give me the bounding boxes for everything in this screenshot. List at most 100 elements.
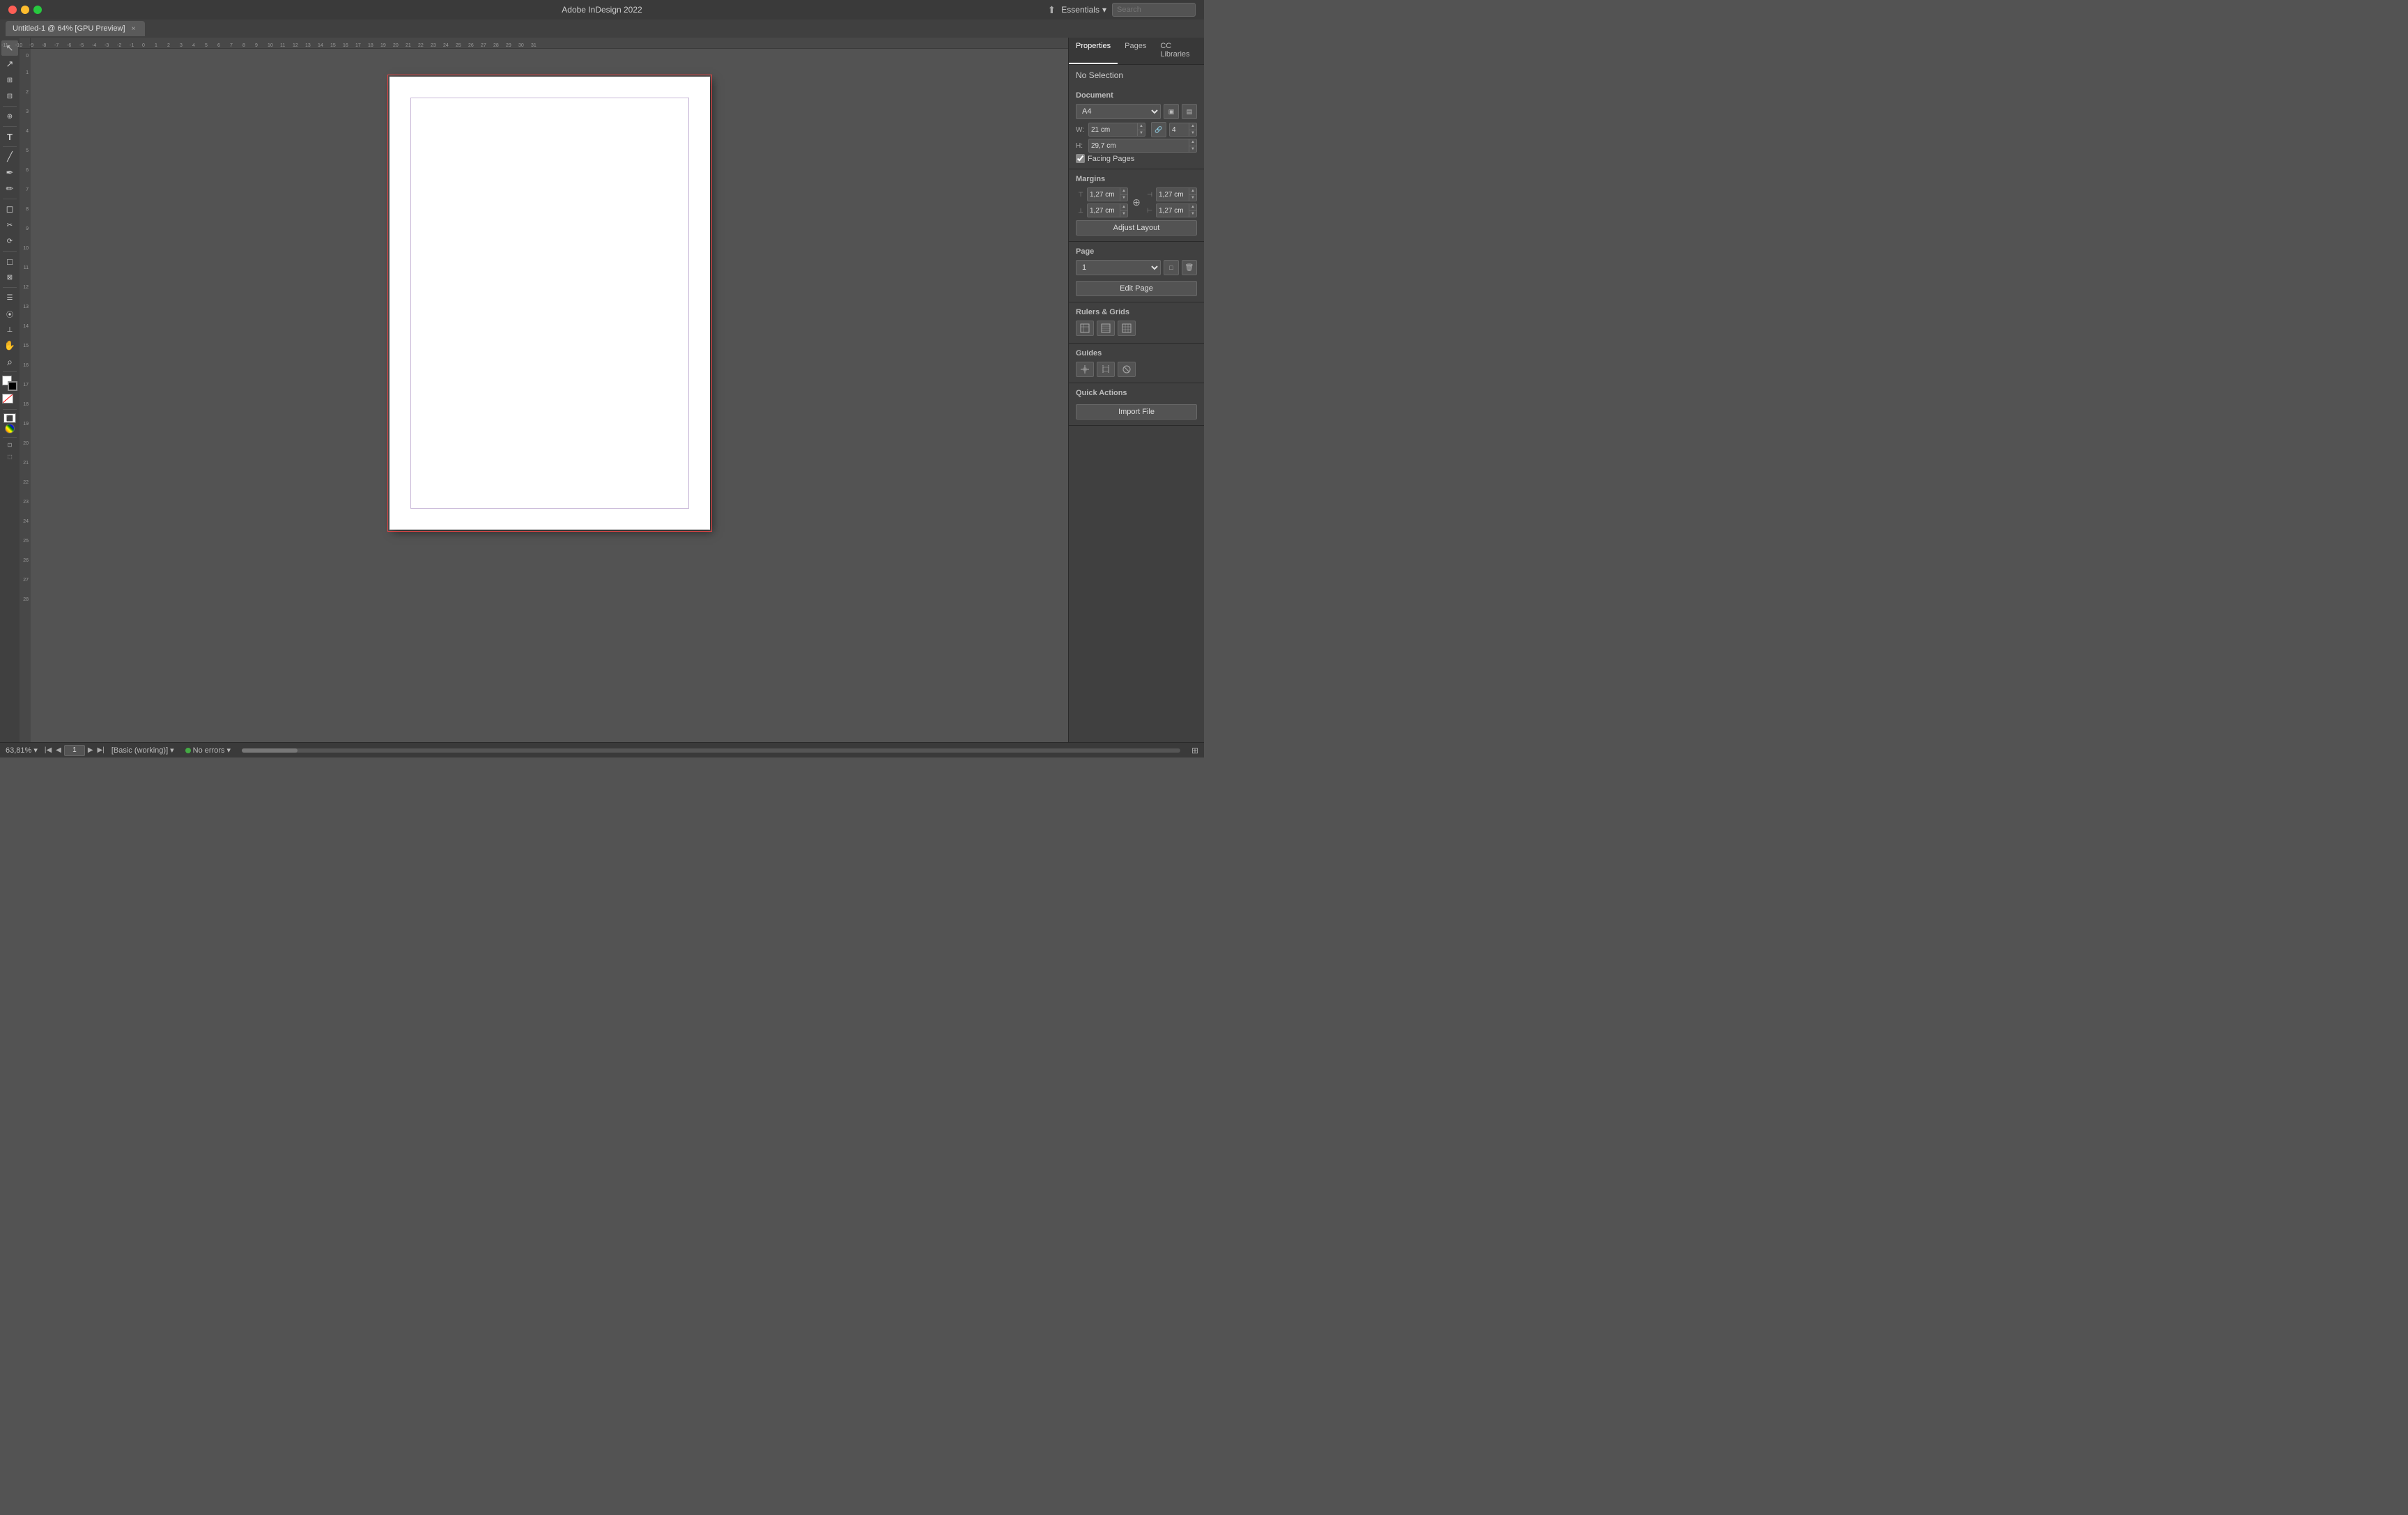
zoom-tool-btn[interactable]: ⌕ — [1, 354, 18, 369]
add-page-btn[interactable]: □ — [1164, 260, 1179, 275]
color-mode-btn[interactable]: ⬛ — [3, 413, 16, 423]
page-tool-btn[interactable]: ⊞ — [1, 72, 18, 88]
rulers-grids-section: Rulers & Grids — [1069, 302, 1204, 344]
view-options-btn[interactable]: ⊞ — [1191, 746, 1198, 755]
share-icon[interactable]: ⬆ — [1048, 4, 1056, 16]
facing-pages-label: Facing Pages — [1088, 155, 1134, 163]
eyedropper-tool-btn[interactable]: ⦿ — [1, 306, 18, 321]
tabbar: Untitled-1 @ 64% [GPU Preview] × — [0, 20, 1204, 38]
none-color-btn[interactable] — [2, 394, 17, 406]
screen-mode-btn[interactable]: ⬚ — [2, 452, 17, 461]
search-input[interactable] — [1112, 3, 1196, 17]
pen-tool-btn[interactable]: ✒ — [1, 165, 18, 180]
guides-btn-1[interactable] — [1076, 362, 1094, 377]
adjust-layout-button[interactable]: Adjust Layout — [1076, 220, 1197, 236]
color-selector[interactable] — [2, 376, 17, 391]
gap-tool-btn[interactable]: ⊟ — [1, 89, 18, 104]
margin-top-input[interactable]: 1,27 cm ▲ ▼ — [1087, 187, 1128, 201]
margin-bottom-up[interactable]: ▲ — [1120, 203, 1127, 211]
tool-divider-2 — [3, 126, 17, 127]
document-preset-select[interactable]: A4 — [1076, 104, 1161, 119]
nav-prev-btn[interactable]: ◀ — [54, 746, 63, 754]
nav-last-btn[interactable]: ▶| — [96, 746, 106, 754]
nav-first-btn[interactable]: |◀ — [43, 746, 53, 754]
margin-border — [410, 98, 689, 509]
margin-right-down[interactable]: ▼ — [1189, 195, 1196, 202]
facing-pages-checkbox[interactable] — [1076, 154, 1085, 163]
workspace-selector[interactable]: Essentials ▾ — [1061, 5, 1106, 15]
measure-tool-btn[interactable]: ⊥ — [1, 322, 18, 337]
width-down[interactable]: ▼ — [1138, 130, 1145, 137]
document-preset-row: A4 ▣ ▤ — [1076, 104, 1197, 119]
style-selector: [Basic (working)] ▾ — [111, 746, 174, 755]
delete-page-btn[interactable]: 🗑 — [1182, 260, 1197, 275]
tab-properties[interactable]: Properties — [1069, 38, 1118, 64]
free-transform-btn[interactable]: ⟳ — [1, 233, 18, 249]
pages-input[interactable]: 4 ▲ ▼ — [1169, 123, 1197, 137]
image-placeholder-btn[interactable]: ⊠ — [1, 270, 18, 285]
status-chevron[interactable]: ▾ — [227, 746, 231, 755]
page-layout-btn-2[interactable]: ▤ — [1182, 104, 1197, 119]
view-mode-btn[interactable]: ⊡ — [2, 440, 17, 449]
pages-down[interactable]: ▼ — [1189, 130, 1196, 137]
margin-top-up[interactable]: ▲ — [1120, 187, 1127, 195]
canvas[interactable] — [31, 49, 1068, 742]
width-input[interactable]: 21 cm ▲ ▼ — [1088, 123, 1145, 137]
direct-selection-tool-btn[interactable]: ↗ — [1, 56, 18, 72]
status-label: No errors — [193, 746, 225, 755]
horizontal-scrollbar[interactable] — [242, 748, 1180, 753]
canvas-container: -11 -10 -9 -8 -7 -6 -5 -4 -3 -2 -1 0 1 2… — [20, 38, 1068, 742]
maximize-button[interactable] — [33, 6, 42, 14]
pages-up[interactable]: ▲ — [1189, 123, 1196, 130]
edit-page-button[interactable]: Edit Page — [1076, 281, 1197, 296]
link-dimensions-btn[interactable]: 🔗 — [1151, 122, 1166, 137]
content-collector-btn[interactable]: ⊕ — [1, 109, 18, 124]
rulers-grids-btn-3[interactable] — [1118, 321, 1136, 336]
page-number-select[interactable]: 1 — [1076, 260, 1161, 275]
line-tool-btn[interactable]: ╱ — [1, 149, 18, 164]
margin-top-row: ⊤ 1,27 cm ▲ ▼ — [1076, 187, 1128, 201]
type-tool-btn[interactable]: T — [1, 129, 18, 144]
margin-left-input[interactable]: 1,27 cm ▲ ▼ — [1156, 203, 1197, 217]
margin-left-up[interactable]: ▲ — [1189, 203, 1196, 211]
margin-bottom-input[interactable]: 1,27 cm ▲ ▼ — [1087, 203, 1128, 217]
nav-next-btn[interactable]: ▶ — [86, 746, 95, 754]
tool-divider-1 — [3, 106, 17, 107]
tool-divider-8 — [3, 409, 17, 410]
rulers-grids-btn-1[interactable] — [1076, 321, 1094, 336]
shear-tool-btn[interactable]: ✂ — [1, 217, 18, 233]
width-up[interactable]: ▲ — [1138, 123, 1145, 130]
rectangle-tool-btn[interactable]: □ — [1, 254, 18, 269]
tool-divider-5 — [3, 251, 17, 252]
import-file-button[interactable]: Import File — [1076, 404, 1197, 420]
document-tab[interactable]: Untitled-1 @ 64% [GPU Preview] × — [6, 21, 145, 36]
hand-tool-btn[interactable]: ✋ — [1, 338, 18, 353]
margin-bottom-down[interactable]: ▼ — [1120, 211, 1127, 218]
rulers-grids-btn-2[interactable] — [1097, 321, 1115, 336]
margin-left-down[interactable]: ▼ — [1189, 211, 1196, 218]
note-tool-btn[interactable]: ☰ — [1, 290, 18, 305]
pencil-tool-btn[interactable]: ✏ — [1, 181, 18, 197]
margin-chain-icon[interactable]: ⊕ — [1130, 197, 1143, 208]
height-input[interactable]: 29,7 cm ▲ ▼ — [1088, 139, 1197, 153]
margin-right-up[interactable]: ▲ — [1189, 187, 1196, 195]
margin-right-input[interactable]: 1,27 cm ▲ ▼ — [1156, 187, 1197, 201]
tab-pages[interactable]: Pages — [1118, 38, 1153, 64]
gradient-btn[interactable] — [5, 424, 15, 433]
margin-top-down[interactable]: ▼ — [1120, 195, 1127, 202]
guides-btn-3[interactable] — [1118, 362, 1136, 377]
page-number-input[interactable] — [64, 745, 85, 756]
workspace-label: Essentials — [1061, 5, 1099, 15]
style-chevron[interactable]: ▾ — [170, 746, 174, 755]
tab-cc-libraries[interactable]: CC Libraries — [1153, 38, 1204, 64]
tool-divider-7 — [3, 371, 17, 372]
tab-close-icon[interactable]: × — [130, 24, 138, 33]
height-up[interactable]: ▲ — [1189, 139, 1196, 146]
close-button[interactable] — [8, 6, 17, 14]
guides-btn-2[interactable] — [1097, 362, 1115, 377]
eraser-tool-btn[interactable]: ◻ — [1, 201, 18, 217]
page-layout-btn-1[interactable]: ▣ — [1164, 104, 1179, 119]
minimize-button[interactable] — [21, 6, 29, 14]
height-down[interactable]: ▼ — [1189, 146, 1196, 153]
zoom-chevron[interactable]: ▾ — [33, 746, 38, 755]
